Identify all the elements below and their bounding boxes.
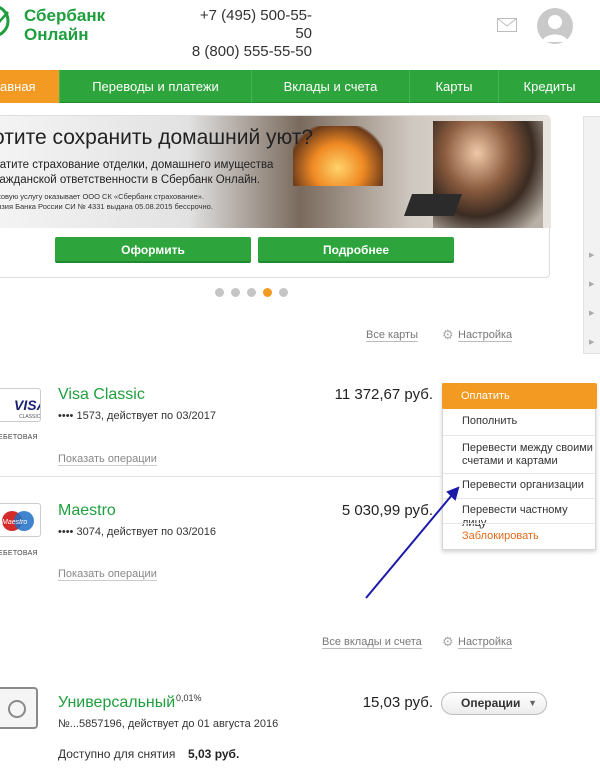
available-value: 5,03 руб.	[188, 747, 240, 761]
card-name-maestro[interactable]: Maestro	[58, 502, 116, 520]
banner-subtitle-line-2: ражданской ответственности в Сбербанк Он…	[0, 174, 261, 186]
phone-1: +7 (495) 500-55-50	[199, 7, 312, 42]
right-rail: ▶ ▶ ▶ ▶	[583, 116, 600, 354]
envelope-icon[interactable]	[497, 18, 517, 32]
card-detail-maestro: •••• 3074, действует по 03/2016	[58, 526, 216, 538]
phones: +7 (495) 500-55-50 8 (800) 555-55-50	[190, 7, 312, 61]
cards-settings-link[interactable]: Настройка	[458, 329, 513, 342]
rail-arrow-icon[interactable]: ▶	[589, 338, 594, 346]
available-label: Доступно для снятия	[58, 747, 176, 761]
logo-line-2: Онлайн	[24, 25, 89, 44]
card-type-label: ЕБЕТОВАЯ	[0, 550, 38, 557]
card-balance-visa: 11 372,67 руб.	[334, 386, 433, 403]
rail-arrow-icon[interactable]: ▶	[589, 280, 594, 288]
banner-disclaimer: аховую услугу оказывает ООО СК «Сбербанк…	[0, 192, 213, 212]
slider-dot[interactable]	[215, 288, 224, 297]
logo-line-1: Сбербанк	[24, 6, 106, 25]
safe-icon	[0, 687, 38, 729]
nav-item-main[interactable]: авная	[0, 70, 60, 103]
deposit-rate: 0,01%	[176, 693, 202, 703]
phone-2: 8 (800) 555-55-50	[191, 43, 312, 60]
operations-button-label: Операции	[461, 696, 521, 710]
banner-disclaimer-line-1: аховую услугу оказывает ООО СК «Сбербанк…	[0, 192, 205, 201]
visa-brand-subtext: CLASSIC	[19, 414, 41, 420]
maestro-brand-text: Maestro	[2, 519, 27, 526]
nav-item-deposits[interactable]: Вклады и счета	[252, 70, 410, 103]
transfer-own-line-1: Перевести между своими	[462, 442, 593, 454]
slider-dot-active[interactable]	[263, 288, 272, 297]
banner-subtitle-line-1: латите страхование отделки, домашнего им…	[0, 159, 274, 171]
deposit-detail: №...5857196, действует до 01 августа 201…	[58, 718, 279, 730]
sberbank-logo-icon[interactable]	[0, 4, 10, 38]
block-card-menu-item[interactable]: Заблокировать	[443, 530, 595, 543]
all-deposits-link[interactable]: Все вклады и счета	[322, 636, 422, 649]
banner-subtitle: латите страхование отделки, домашнего им…	[0, 158, 273, 188]
deposit-balance: 15,03 руб.	[362, 694, 433, 711]
pay-menu-item[interactable]: Оплатить	[442, 383, 597, 409]
top-up-menu-item[interactable]: Пополнить	[443, 415, 595, 428]
transfer-person-menu-item[interactable]: Перевести частному лицу	[443, 504, 595, 530]
user-avatar-icon[interactable]	[537, 8, 573, 44]
main-nav: авная Переводы и платежи Вклады и счета …	[0, 70, 600, 103]
transfer-own-menu-item[interactable]: Перевести между своими счетами и картами	[443, 442, 595, 468]
logo-text[interactable]: Сбербанк Онлайн	[24, 6, 105, 44]
slider-dot[interactable]	[231, 288, 240, 297]
menu-separator	[443, 523, 595, 524]
gear-icon[interactable]: ⚙	[442, 634, 454, 650]
show-operations-link-visa[interactable]: Показать операции	[58, 453, 157, 466]
gear-icon[interactable]: ⚙	[442, 327, 454, 343]
visa-brand-text: VISA	[14, 397, 41, 413]
divider	[0, 476, 441, 477]
show-operations-link-maestro[interactable]: Показать операции	[58, 568, 157, 581]
more-info-button[interactable]: Подробнее	[258, 237, 454, 263]
menu-separator	[443, 473, 595, 474]
card-name-visa[interactable]: Visa Classic	[58, 386, 145, 404]
slider-dots	[215, 288, 288, 297]
card-type-label: ЕБЕТОВАЯ	[0, 434, 38, 441]
menu-separator	[443, 435, 595, 436]
card-balance-maestro: 5 030,99 руб.	[341, 502, 433, 519]
visa-card-image[interactable]: VISA CLASSIC	[0, 388, 41, 422]
promo-banner: отите сохранить домашний уют? латите стр…	[0, 115, 551, 278]
card-actions-dropdown: Оплатить Пополнить Перевести между своим…	[442, 383, 597, 550]
apply-button[interactable]: Оформить	[55, 237, 251, 263]
banner-disclaimer-line-2: ензия Банка России СИ № 4331 выдана 05.0…	[0, 202, 213, 211]
all-cards-link[interactable]: Все карты	[366, 329, 419, 342]
rail-arrow-icon[interactable]: ▶	[589, 309, 594, 317]
slider-dot[interactable]	[247, 288, 256, 297]
slider-dot[interactable]	[279, 288, 288, 297]
transfer-own-line-2: счетами и картами	[462, 455, 558, 467]
banner-title: отите сохранить домашний уют?	[0, 126, 314, 149]
operations-button[interactable]: Операции ▼	[441, 692, 547, 715]
book-image	[403, 194, 463, 216]
deposits-settings-link[interactable]: Настройка	[458, 636, 513, 649]
rail-arrow-icon[interactable]: ▶	[589, 251, 594, 259]
nav-item-transfers[interactable]: Переводы и платежи	[60, 70, 252, 103]
chevron-down-icon: ▼	[528, 698, 537, 708]
menu-separator	[443, 498, 595, 499]
nav-item-cards[interactable]: Карты	[410, 70, 499, 103]
page: Сбербанк Онлайн +7 (495) 500-55-50 8 (80…	[0, 0, 600, 780]
card-detail-visa: •••• 1573, действует по 03/2017	[58, 410, 216, 422]
transfer-organization-menu-item[interactable]: Перевести организации	[443, 479, 595, 492]
nav-item-credits[interactable]: Кредиты	[499, 70, 600, 103]
deposit-name[interactable]: Универсальный	[58, 694, 175, 712]
maestro-card-image[interactable]: Maestro	[0, 503, 41, 537]
